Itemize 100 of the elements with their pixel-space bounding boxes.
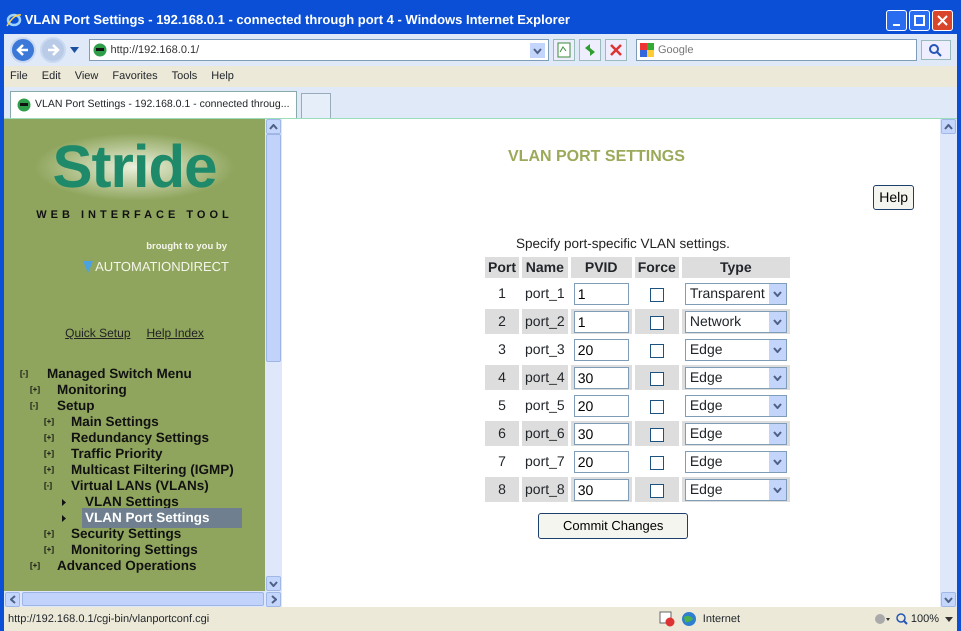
scroll-down-icon[interactable]	[944, 596, 953, 602]
force-checkbox[interactable]	[650, 344, 664, 358]
table-cell-text: 1	[497, 284, 507, 304]
force-checkbox[interactable]	[650, 372, 664, 386]
toggle-icon[interactable]: [+]	[42, 464, 68, 476]
type-dropdown[interactable]: Network	[684, 310, 787, 333]
scroll-up-icon[interactable]	[944, 124, 953, 130]
toggle-icon[interactable]: [+]	[28, 560, 54, 572]
menu-item[interactable]: View	[74, 68, 98, 85]
toggle-icon[interactable]: [+]	[28, 384, 54, 396]
scrollbar[interactable]	[265, 119, 282, 591]
search-box[interactable]: Google	[636, 39, 917, 61]
dropdown-icon	[772, 346, 782, 353]
type-value: Edge	[690, 480, 723, 500]
type-dropdown[interactable]: Edge	[684, 450, 787, 473]
commit-button[interactable]: Commit Changes	[538, 513, 688, 539]
pvid-field[interactable]: 30	[574, 422, 629, 445]
help-button[interactable]: Help	[873, 185, 914, 210]
type-dropdown[interactable]: Edge	[684, 478, 787, 501]
toggle-icon[interactable]: [+]	[42, 416, 68, 428]
type-value: Network	[690, 312, 742, 332]
dropdown-icon	[772, 430, 782, 437]
dropdown-icon	[772, 458, 782, 465]
dropdown-icon	[772, 374, 782, 381]
table-cell: port_8	[522, 477, 568, 502]
scroll-right-icon[interactable]	[270, 594, 276, 604]
force-checkbox[interactable]	[650, 288, 664, 302]
toggle-icon[interactable]: [+]	[42, 432, 68, 444]
table-cell: 4	[485, 365, 519, 390]
table-cell: port_6	[522, 421, 568, 446]
site-icon	[17, 98, 31, 112]
column-header: Type	[682, 257, 790, 278]
scroll-up-icon[interactable]	[269, 124, 278, 130]
type-value: Edge	[690, 452, 723, 472]
table-cell-text: port_5	[524, 396, 566, 416]
protected-mode-icon[interactable]	[872, 612, 890, 626]
maximize-icon	[914, 14, 925, 26]
column-header: Name	[522, 257, 568, 278]
scroll-down-icon[interactable]	[269, 580, 278, 586]
toggle-icon[interactable]: [+]	[42, 544, 68, 556]
type-dropdown[interactable]: Transparent	[684, 282, 787, 305]
toggle-icon[interactable]: [-]	[42, 480, 68, 492]
pvid-field[interactable]: 30	[574, 366, 629, 389]
ie-icon	[6, 12, 22, 28]
menu-item[interactable]: Favorites	[112, 68, 158, 85]
force-checkbox[interactable]	[650, 400, 664, 414]
type-value: Transparent	[690, 284, 765, 304]
pvid-field[interactable]: 1	[574, 282, 629, 305]
table-cell-text: 5	[497, 396, 507, 416]
google-icon	[640, 43, 654, 57]
browser-tab[interactable]: VLAN Port Settings - 192.168.0.1 - connected throug...	[10, 91, 296, 118]
force-checkbox[interactable]	[650, 428, 664, 442]
scrollbar[interactable]	[4, 591, 282, 607]
pvid-field[interactable]: 20	[574, 338, 629, 361]
force-checkbox[interactable]	[650, 484, 664, 498]
sidebar-link[interactable]: Help Index	[146, 324, 204, 342]
minimize-button[interactable]	[886, 10, 907, 30]
force-checkbox[interactable]	[650, 456, 664, 470]
maximize-button[interactable]	[909, 10, 930, 30]
caret-icon[interactable]	[945, 616, 953, 622]
pvid-field[interactable]: 20	[574, 394, 629, 417]
minimize-icon	[893, 24, 900, 26]
brand-icon	[83, 260, 94, 272]
address-text: http://192.168.0.1/	[110, 42, 200, 58]
type-dropdown[interactable]: Edge	[684, 422, 787, 445]
menu-item[interactable]: File	[10, 68, 28, 85]
page-title: VLAN PORT SETTINGS	[508, 147, 686, 167]
force-checkbox[interactable]	[650, 316, 664, 330]
table-cell-text: port_3	[524, 340, 566, 360]
type-dropdown[interactable]: Edge	[684, 338, 787, 361]
toggle-icon[interactable]: [-]	[28, 400, 54, 412]
address-field[interactable]: http://192.168.0.1/	[88, 39, 548, 61]
toggle-icon[interactable]: [+]	[42, 528, 68, 540]
menu-item[interactable]: Help	[211, 68, 234, 85]
scroll-left-icon[interactable]	[10, 594, 16, 604]
tagline: brought to you by	[145, 240, 228, 254]
column-header: PVID	[570, 257, 632, 278]
search-button[interactable]	[921, 40, 951, 60]
dropdown-icon[interactable]	[530, 42, 544, 58]
menu-item[interactable]: Tools	[172, 68, 198, 85]
type-dropdown[interactable]: Edge	[684, 366, 787, 389]
pvid-field[interactable]: 1	[574, 310, 629, 333]
close-button[interactable]	[932, 10, 953, 30]
menu-item[interactable]: Edit	[42, 68, 61, 85]
menu-item[interactable]: VLAN Port Settings	[82, 508, 242, 528]
type-dropdown[interactable]: Edge	[684, 394, 787, 417]
table-cell: 8	[485, 477, 519, 502]
toggle-icon[interactable]: [+]	[42, 448, 68, 460]
scrollbar[interactable]	[940, 119, 957, 607]
toggle-icon[interactable]: [-]	[18, 368, 44, 380]
pvid-field[interactable]: 30	[574, 478, 629, 501]
back-button[interactable]	[10, 37, 36, 63]
caret-icon[interactable]	[70, 47, 79, 53]
pvid-field[interactable]: 20	[574, 450, 629, 473]
zoom-control[interactable]: 100%	[896, 610, 939, 628]
table-cell: 2	[485, 309, 519, 334]
sidebar-link[interactable]: Quick Setup	[65, 324, 130, 342]
table-cell: port_2	[522, 309, 568, 334]
bullet-icon	[62, 514, 66, 522]
table-cell: port_4	[522, 365, 568, 390]
